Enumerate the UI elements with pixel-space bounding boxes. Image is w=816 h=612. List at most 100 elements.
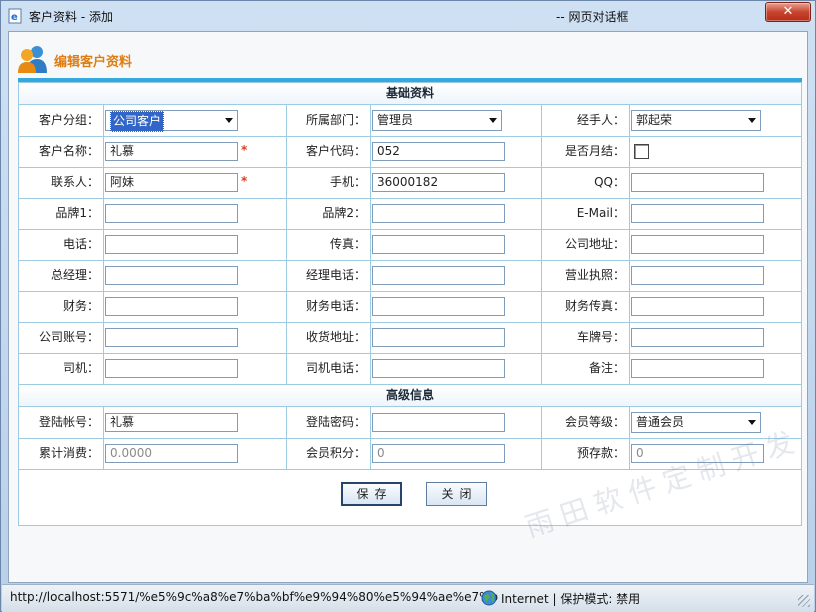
finance-label: 财务： xyxy=(62,299,99,313)
group-selected-value: 公司客户 xyxy=(110,111,165,132)
license-label: 营业执照： xyxy=(564,268,625,282)
fax-label: 传真： xyxy=(329,237,366,251)
dialog-window: e 客户资料 - 添加 -- 网页对话框 ✕ 编辑客户资料 基础资料 客户分组：… xyxy=(0,0,816,612)
save-button[interactable]: 保存 xyxy=(341,482,402,506)
form-row: 公司账号： 收货地址： 车牌号： xyxy=(19,322,801,354)
required-marker: * xyxy=(241,174,248,188)
contact-label: 联系人： xyxy=(50,175,99,189)
chevron-down-icon xyxy=(748,118,756,123)
driver-phone-label: 司机电话： xyxy=(305,361,366,375)
department-select[interactable]: 管理员 xyxy=(372,110,502,131)
driver-input[interactable] xyxy=(105,359,238,378)
finance-fax-input[interactable] xyxy=(631,297,764,316)
globe-icon xyxy=(481,590,497,606)
brand1-label: 品牌1： xyxy=(55,206,99,220)
company-address-input[interactable] xyxy=(631,235,764,254)
users-icon xyxy=(18,46,47,73)
monthly-checkbox[interactable] xyxy=(634,144,649,159)
form-row: 客户名称： 礼慕 * 客户代码： 052 是否月结： xyxy=(19,136,801,168)
section-advanced-title: 高级信息 xyxy=(19,385,801,407)
svg-text:e: e xyxy=(11,12,18,23)
qq-input[interactable] xyxy=(631,173,764,192)
finance-phone-label: 财务电话： xyxy=(305,299,366,313)
company-address-label: 公司地址： xyxy=(564,237,625,251)
security-zone: Internet | 保护模式: 禁用 xyxy=(501,592,641,606)
points-input[interactable]: 0 xyxy=(372,444,505,463)
window-title: 客户资料 - 添加 xyxy=(29,10,113,24)
brand2-label: 品牌2： xyxy=(322,206,366,220)
chevron-down-icon xyxy=(489,118,497,123)
mobile-label: 手机： xyxy=(329,175,366,189)
resize-grip-icon[interactable] xyxy=(798,595,810,607)
handler-selected-value: 郭起荣 xyxy=(636,113,673,127)
delivery-address-label: 收货地址： xyxy=(305,330,366,344)
group-label: 客户分组： xyxy=(38,113,99,127)
driver-label: 司机： xyxy=(62,361,99,375)
status-url: http://localhost:5571/%e5%9c%a8%e7%ba%bf… xyxy=(10,590,499,604)
form-row: 登陆帐号： 礼慕 登陆密码： 会员等级： 普通会员 xyxy=(19,407,801,439)
code-input[interactable]: 052 xyxy=(372,142,505,161)
phone-label: 电话： xyxy=(62,237,99,251)
close-button[interactable]: 关闭 xyxy=(426,482,487,506)
plate-label: 车牌号： xyxy=(576,330,625,344)
manager-label: 总经理： xyxy=(50,268,99,282)
phone-input[interactable] xyxy=(105,235,238,254)
plate-input[interactable] xyxy=(631,328,764,347)
manager-input[interactable] xyxy=(105,266,238,285)
points-label: 会员积分： xyxy=(305,446,366,460)
email-label: E-Mail： xyxy=(576,206,625,220)
page-title: 编辑客户资料 xyxy=(54,55,133,70)
name-input[interactable]: 礼慕 xyxy=(105,142,238,161)
contact-input[interactable]: 阿妹 xyxy=(105,173,238,192)
brand2-input[interactable] xyxy=(372,204,505,223)
title-bar[interactable]: e 客户资料 - 添加 -- 网页对话框 ✕ xyxy=(1,1,815,31)
form-row: 总经理： 经理电话： 营业执照： xyxy=(19,260,801,292)
login-label: 登陆帐号： xyxy=(38,415,99,429)
manager-phone-label: 经理电话： xyxy=(305,268,366,282)
password-input[interactable] xyxy=(372,413,505,432)
driver-phone-input[interactable] xyxy=(372,359,505,378)
department-selected-value: 管理员 xyxy=(377,113,414,127)
window-subtitle: -- 网页对话框 xyxy=(556,10,629,24)
handler-select[interactable]: 郭起荣 xyxy=(631,110,761,131)
form-row: 财务： 财务电话： 财务传真： xyxy=(19,291,801,323)
code-label: 客户代码： xyxy=(305,144,366,158)
member-level-selected-value: 普通会员 xyxy=(636,415,685,429)
account-label: 公司账号： xyxy=(38,330,99,344)
finance-input[interactable] xyxy=(105,297,238,316)
handler-label: 经手人： xyxy=(576,113,625,127)
chevron-down-icon xyxy=(748,420,756,425)
monthly-label: 是否月结： xyxy=(564,144,625,158)
form-row: 客户分组： 公司客户 所属部门： 管理员 经手人： 郭起荣 xyxy=(19,105,801,137)
finance-fax-label: 财务传真： xyxy=(564,299,625,313)
section-basic-title: 基础资料 xyxy=(19,83,801,105)
mobile-input[interactable]: 36000182 xyxy=(372,173,505,192)
form-row: 品牌1： 品牌2： E-Mail： xyxy=(19,198,801,230)
finance-phone-input[interactable] xyxy=(372,297,505,316)
password-label: 登陆密码： xyxy=(305,415,366,429)
total-spend-input[interactable]: 0.0000 xyxy=(105,444,238,463)
name-label: 客户名称： xyxy=(38,144,99,158)
remark-input[interactable] xyxy=(631,359,764,378)
email-input[interactable] xyxy=(631,204,764,223)
dialog-content: 编辑客户资料 基础资料 客户分组： 公司客户 所属部门： 管理员 经手人： 郭起… xyxy=(8,31,808,583)
login-input[interactable]: 礼慕 xyxy=(105,413,238,432)
ie-page-icon: e xyxy=(8,8,22,24)
form-row: 电话： 传真： 公司地址： xyxy=(19,229,801,261)
form-row: 司机： 司机电话： 备注： xyxy=(19,353,801,385)
manager-phone-input[interactable] xyxy=(372,266,505,285)
status-bar: http://localhost:5571/%e5%9c%a8%e7%ba%bf… xyxy=(2,584,814,612)
delivery-address-input[interactable] xyxy=(372,328,505,347)
group-select[interactable]: 公司客户 xyxy=(105,110,238,132)
account-input[interactable] xyxy=(105,328,238,347)
required-marker: * xyxy=(241,143,248,157)
total-spend-label: 累计消费： xyxy=(38,446,99,460)
fax-input[interactable] xyxy=(372,235,505,254)
remark-label: 备注： xyxy=(588,361,625,375)
member-level-label: 会员等级： xyxy=(564,415,625,429)
brand1-input[interactable] xyxy=(105,204,238,223)
close-icon[interactable]: ✕ xyxy=(765,2,811,22)
chevron-down-icon xyxy=(225,118,233,123)
member-level-select[interactable]: 普通会员 xyxy=(631,412,761,433)
license-input[interactable] xyxy=(631,266,764,285)
